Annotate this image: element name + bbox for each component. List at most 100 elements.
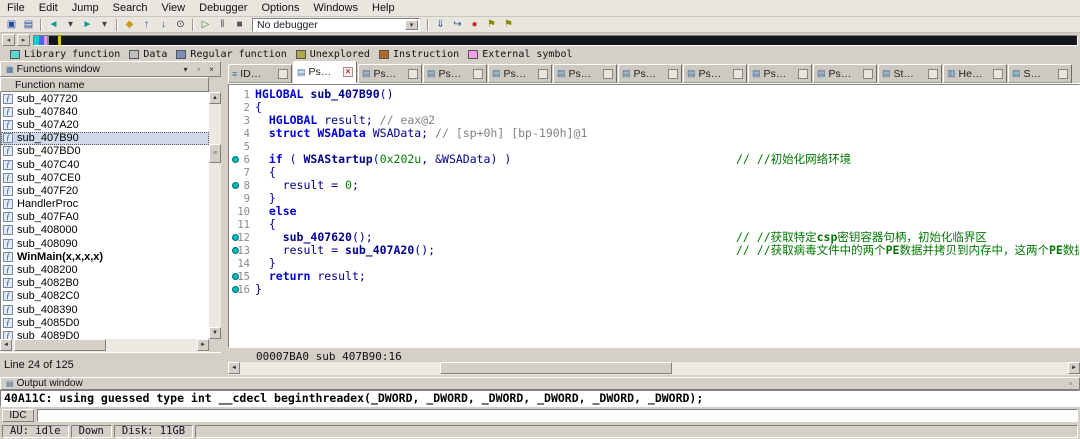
functions-vertical-scrollbar[interactable]: ▲ ≡ ▼ bbox=[209, 92, 221, 339]
tab-7[interactable]: ▤Ps… bbox=[683, 64, 747, 83]
band-position-indicator[interactable] bbox=[58, 36, 61, 45]
bookmark-icon[interactable]: ◆ bbox=[121, 18, 138, 32]
function-row[interactable]: ƒsub_408000 bbox=[1, 224, 209, 237]
band-zoom-out-button[interactable]: ◂ bbox=[2, 34, 15, 46]
jump-down-icon[interactable]: ↓ bbox=[155, 18, 172, 32]
run-icon[interactable]: ▷ bbox=[197, 18, 214, 32]
band-zoom-in-button[interactable]: ▸ bbox=[17, 34, 30, 46]
tab-close-icon[interactable]: × bbox=[343, 67, 353, 77]
tab-9[interactable]: ▤Ps… bbox=[813, 64, 877, 83]
menu-file[interactable]: File bbox=[0, 0, 32, 16]
pause-icon[interactable]: ‖ bbox=[214, 18, 231, 32]
function-row[interactable]: ƒsub_407840 bbox=[1, 105, 209, 118]
function-row[interactable]: ƒsub_407B90 bbox=[1, 132, 209, 145]
tab-4[interactable]: ▤Ps… bbox=[488, 64, 552, 83]
code-line[interactable]: 6 if ( WSAStartup(0x202u, &WSAData) )// … bbox=[229, 153, 1079, 166]
forward-caret-icon[interactable]: ▾ bbox=[96, 18, 113, 32]
breakpoint-dot[interactable] bbox=[232, 234, 239, 241]
function-row[interactable]: ƒWinMain(x,x,x,x) bbox=[1, 250, 209, 263]
tab-11[interactable]: ▥He… bbox=[943, 64, 1007, 83]
function-row[interactable]: ƒsub_4085D0 bbox=[1, 316, 209, 329]
function-row[interactable]: ƒHandlerProc bbox=[1, 198, 209, 211]
code-horizontal-scrollbar[interactable]: ◄ ► bbox=[228, 362, 1080, 375]
scrollbar-thumb[interactable] bbox=[440, 362, 672, 374]
breakpoint-dot[interactable] bbox=[232, 247, 239, 254]
tab-5[interactable]: ▤Ps… bbox=[553, 64, 617, 83]
tab-1[interactable]: ▤Ps…× bbox=[293, 61, 357, 83]
code-line[interactable]: 4 struct WSAData WSAData; // [sp+0h] [bp… bbox=[229, 127, 1079, 140]
debugger-select[interactable]: No debugger▾ bbox=[252, 18, 420, 32]
back-caret-icon[interactable]: ▾ bbox=[62, 18, 79, 32]
navigation-band[interactable] bbox=[33, 35, 1078, 46]
function-row[interactable]: ƒsub_407FA0 bbox=[1, 211, 209, 224]
menu-edit[interactable]: Edit bbox=[32, 0, 65, 16]
column-header-function-name[interactable]: Function name bbox=[0, 77, 209, 92]
database-icon[interactable]: ▤ bbox=[20, 18, 37, 32]
forward-icon[interactable]: ► bbox=[79, 18, 96, 32]
scroll-right-icon[interactable]: ► bbox=[1068, 362, 1080, 374]
panel-menu-icon[interactable]: ▾ bbox=[179, 63, 192, 75]
function-row[interactable]: ƒsub_408090 bbox=[1, 237, 209, 250]
code-line[interactable]: 10 else bbox=[229, 205, 1079, 218]
tab-10[interactable]: ▤St… bbox=[878, 64, 942, 83]
breakpoint-icon[interactable]: ● bbox=[466, 18, 483, 32]
tab-12[interactable]: ▤S… bbox=[1008, 64, 1072, 83]
menu-options[interactable]: Options bbox=[254, 0, 306, 16]
search-icon[interactable]: ⊙ bbox=[172, 18, 189, 32]
scroll-right-icon[interactable]: ► bbox=[197, 339, 209, 351]
breakpoint-dot[interactable] bbox=[232, 182, 239, 189]
stop-icon[interactable]: ■ bbox=[231, 18, 248, 32]
tab-8[interactable]: ▤Ps… bbox=[748, 64, 812, 83]
function-row[interactable]: ƒsub_4089D0 bbox=[1, 329, 209, 339]
menu-windows[interactable]: Windows bbox=[306, 0, 365, 16]
function-row[interactable]: ƒsub_407CE0 bbox=[1, 171, 209, 184]
breakpoint-dot[interactable] bbox=[232, 273, 239, 280]
menu-jump[interactable]: Jump bbox=[65, 0, 106, 16]
tab-3[interactable]: ▤Ps… bbox=[423, 64, 487, 83]
output-dock-icon[interactable]: ▫ bbox=[1064, 378, 1077, 390]
code-line[interactable]: 9 } bbox=[229, 192, 1079, 205]
code-line[interactable]: 15 return result; bbox=[229, 270, 1079, 283]
functions-horizontal-scrollbar[interactable]: ◄ ► bbox=[0, 339, 209, 352]
function-row[interactable]: ƒsub_408390 bbox=[1, 303, 209, 316]
function-row[interactable]: ƒsub_407BD0 bbox=[1, 145, 209, 158]
menu-help[interactable]: Help bbox=[365, 0, 402, 16]
code-line[interactable]: 16} bbox=[229, 283, 1079, 296]
command-input[interactable] bbox=[37, 409, 1078, 422]
breakpoint-dot[interactable] bbox=[232, 156, 239, 163]
save-icon[interactable]: ▣ bbox=[3, 18, 20, 32]
scroll-up-icon[interactable]: ▲ bbox=[209, 92, 221, 104]
scrollbar-thumb[interactable] bbox=[14, 339, 106, 351]
step-over-icon[interactable]: ↪ bbox=[449, 18, 466, 32]
tab-2[interactable]: ▤Ps… bbox=[358, 64, 422, 83]
function-row[interactable]: ƒsub_407F20 bbox=[1, 184, 209, 197]
panel-splitter[interactable] bbox=[221, 61, 228, 377]
output-log[interactable]: 40A11C: using guessed type int __cdecl b… bbox=[0, 390, 1080, 407]
function-row[interactable]: ƒsub_407720 bbox=[1, 92, 209, 105]
tab-0[interactable]: ≡ID… bbox=[228, 64, 292, 83]
back-icon[interactable]: ◄ bbox=[45, 18, 62, 32]
flag2-icon[interactable]: ⚑ bbox=[500, 18, 517, 32]
function-row[interactable]: ƒsub_4082C0 bbox=[1, 290, 209, 303]
panel-close-icon[interactable]: × bbox=[205, 63, 218, 75]
step-into-icon[interactable]: ⇓ bbox=[432, 18, 449, 32]
function-row[interactable]: ƒsub_407C40 bbox=[1, 158, 209, 171]
scrollbar-thumb[interactable]: ≡ bbox=[209, 144, 221, 163]
flag-icon[interactable]: ⚑ bbox=[483, 18, 500, 32]
code-line[interactable]: 1HGLOBAL sub_407B90() bbox=[229, 88, 1079, 101]
tab-6[interactable]: ▤Ps… bbox=[618, 64, 682, 83]
menu-debugger[interactable]: Debugger bbox=[192, 0, 254, 16]
function-row[interactable]: ƒsub_408200 bbox=[1, 263, 209, 276]
code-line[interactable]: 13 result = sub_407A20();// //获取病毒文件中的两个… bbox=[229, 244, 1079, 257]
function-row[interactable]: ƒsub_407A20 bbox=[1, 118, 209, 131]
scroll-down-icon[interactable]: ▼ bbox=[209, 327, 221, 339]
menu-search[interactable]: Search bbox=[106, 0, 155, 16]
jump-up-icon[interactable]: ↑ bbox=[138, 18, 155, 32]
scroll-left-icon[interactable]: ◄ bbox=[228, 362, 240, 374]
code-line[interactable]: 8 result = 0; bbox=[229, 179, 1079, 192]
panel-float-icon[interactable]: ▫ bbox=[192, 63, 205, 75]
function-row[interactable]: ƒsub_4082B0 bbox=[1, 277, 209, 290]
scroll-left-icon[interactable]: ◄ bbox=[0, 339, 12, 351]
pseudocode-view[interactable]: 1HGLOBAL sub_407B90()2{3 HGLOBAL result;… bbox=[228, 84, 1080, 348]
idc-language-button[interactable]: IDC bbox=[2, 409, 34, 422]
